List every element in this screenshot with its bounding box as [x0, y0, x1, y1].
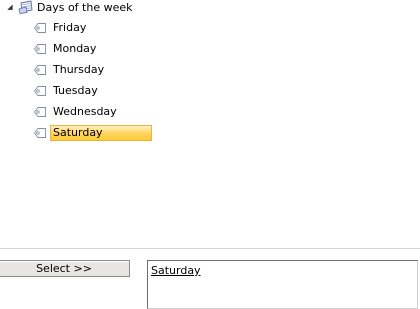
- tree-item-label: Thursday: [53, 63, 105, 76]
- tree-item-saturday[interactable]: Saturday: [33, 125, 152, 141]
- tree-item-label: Tuesday: [53, 84, 98, 97]
- tag-icon: [33, 23, 46, 33]
- tag-icon: [33, 44, 46, 54]
- tree-root-node[interactable]: ◢ Days of the week: [4, 0, 133, 14]
- expand-triangle-icon[interactable]: ◢: [4, 1, 16, 13]
- tag-icon: [33, 107, 46, 117]
- divider: [0, 248, 420, 249]
- tree-item-thursday[interactable]: Thursday: [33, 62, 107, 78]
- tree-root-label: Days of the week: [37, 0, 133, 14]
- tree-item-monday[interactable]: Monday: [33, 41, 99, 57]
- tree-item-label: Monday: [53, 42, 97, 55]
- calendar-icon: [18, 0, 33, 14]
- app-window: ◢ Days of the week Friday Monday Thursda…: [0, 0, 420, 309]
- tree-item-label-selected: Saturday: [50, 125, 152, 141]
- tag-icon: [33, 128, 46, 138]
- tag-icon: [33, 86, 46, 96]
- tag-icon: [33, 65, 46, 75]
- tree-item-friday[interactable]: Friday: [33, 20, 89, 36]
- selection-result-box: Saturday: [147, 260, 418, 309]
- select-button[interactable]: Select >>: [0, 260, 130, 277]
- tree-item-label: Wednesday: [53, 105, 117, 118]
- selection-result-value: Saturday: [151, 264, 201, 277]
- tree-item-tuesday[interactable]: Tuesday: [33, 83, 101, 99]
- tree-item-label: Friday: [53, 21, 87, 34]
- tree-item-wednesday[interactable]: Wednesday: [33, 104, 120, 120]
